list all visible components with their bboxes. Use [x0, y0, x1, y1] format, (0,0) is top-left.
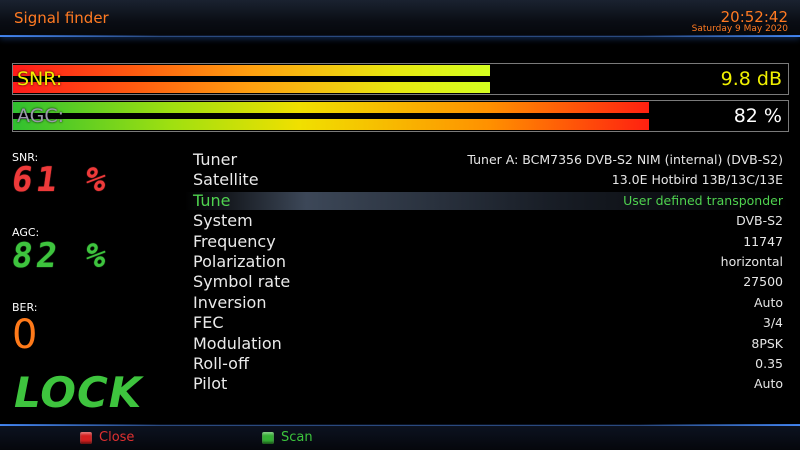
param-key: Symbol rate [193, 272, 291, 292]
snr-percent-value: 61 % [9, 160, 113, 200]
param-row-tuner[interactable]: Tuner Tuner A: BCM7356 DVB-S2 NIM (intern… [193, 150, 783, 170]
agc-meter-bar: AGC: 82 % [12, 100, 789, 132]
lock-status: LOCK [14, 368, 143, 417]
param-row-pilot[interactable]: Pilot Auto [193, 374, 783, 394]
param-value: horizontal [720, 253, 783, 269]
title-bar: Signal finder 20:52:42 Saturday 9 May 20… [0, 0, 800, 37]
param-value: Tuner A: BCM7356 DVB-S2 NIM (internal) (… [467, 152, 783, 167]
param-key: Modulation [193, 333, 282, 353]
param-row-roll-off[interactable]: Roll-off 0.35 [193, 354, 783, 374]
param-key: FEC [193, 313, 224, 333]
param-value: DVB-S2 [736, 213, 783, 229]
param-key: Frequency [193, 231, 276, 251]
param-value: Auto [753, 294, 783, 310]
snr-meter-stripe-bottom [13, 82, 490, 93]
green-key-icon [262, 431, 274, 444]
param-row-modulation[interactable]: Modulation 8PSK [193, 334, 783, 354]
param-key: Tune [193, 190, 231, 210]
param-key: System [193, 211, 253, 231]
agc-meter-label: AGC: [17, 105, 65, 127]
param-row-frequency[interactable]: Frequency 11747 [193, 232, 783, 252]
snr-meter-value: 9.8 dB [720, 68, 782, 90]
agc-percent-value: 82 % [9, 236, 113, 276]
param-value: 0.35 [755, 355, 783, 371]
agc-meter-value: 82 % [733, 105, 782, 127]
agc-meter-stripe-top [13, 102, 649, 113]
snr-meter-fill [13, 64, 490, 94]
param-row-tune-selected[interactable]: Tune User defined transponder [185, 190, 791, 211]
param-value: 8PSK [751, 335, 783, 351]
param-row-polarization[interactable]: Polarization horizontal [193, 252, 783, 272]
param-row-system[interactable]: System DVB-S2 [193, 211, 783, 231]
param-value: User defined transponder [623, 192, 783, 208]
param-row-inversion[interactable]: Inversion Auto [193, 293, 783, 313]
param-key: Roll-off [193, 353, 249, 373]
param-key: Satellite [193, 170, 259, 190]
snr-meter-label: SNR: [17, 68, 63, 90]
param-value: 27500 [743, 274, 783, 290]
param-row-symbol-rate[interactable]: Symbol rate 27500 [193, 272, 783, 292]
param-value: 3/4 [762, 315, 783, 331]
param-row-satellite[interactable]: Satellite 13.0E Hotbird 13B/13C/13E [193, 170, 783, 190]
close-button[interactable]: Close [80, 430, 134, 445]
footer-bar: Close Scan [0, 424, 800, 450]
window-title: Signal finder [14, 9, 109, 27]
clock-date: Saturday 9 May 2020 [691, 24, 788, 34]
scan-button[interactable]: Scan [262, 430, 313, 445]
close-button-label: Close [99, 430, 135, 445]
ber-value: 0 [12, 312, 38, 358]
agc-meter-fill [13, 101, 649, 131]
param-row-fec[interactable]: FEC 3/4 [193, 313, 783, 333]
snr-meter-stripe-top [13, 65, 490, 76]
param-key: Tuner [193, 150, 238, 169]
param-value: 13.0E Hotbird 13B/13C/13E [611, 172, 783, 188]
scan-button-label: Scan [281, 430, 313, 445]
agc-meter-stripe-bottom [13, 119, 649, 130]
param-key: Polarization [193, 251, 286, 271]
param-key: Pilot [193, 374, 228, 394]
param-value: Auto [753, 376, 783, 392]
tuning-parameters-list: Tuner Tuner A: BCM7356 DVB-S2 NIM (intern… [185, 150, 791, 395]
red-key-icon [80, 431, 92, 444]
param-value: 11747 [743, 233, 783, 249]
snr-meter-bar: SNR: 9.8 dB [12, 63, 789, 95]
param-key: Inversion [193, 292, 267, 312]
